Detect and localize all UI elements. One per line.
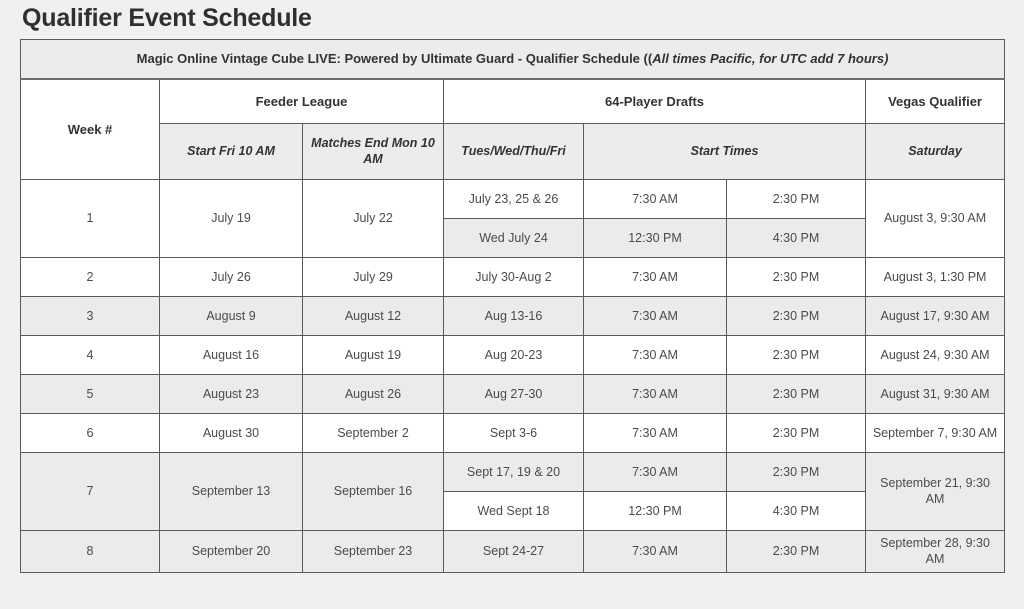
table-row: 6 August 30 September 2 Sept 3-6 7:30 AM 2:30… bbox=[20, 412, 1006, 453]
cell-start-time-1-secondary: 12:30 PM bbox=[583, 490, 727, 531]
cell-start-time-2: 2:30 PM bbox=[726, 451, 866, 492]
header-group-row: Week # Feeder League 64-Player Drafts Vegas… bbox=[20, 78, 1006, 180]
table-row: 7 September 13 September 16 Sept 17, 19 & 2… bbox=[20, 451, 1006, 531]
table-row: 2 July 26 July 29 July 30-Aug 2 7:30 AM 2:30 … bbox=[20, 256, 1006, 297]
header-vegas-qualifier: Vegas Qualifier bbox=[864, 78, 1006, 124]
cell-start-time-2: 2:30 PM bbox=[726, 412, 866, 453]
cell-matches-end: August 26 bbox=[302, 373, 444, 414]
page-root: Qualifier Event Schedule Magic Online Vi… bbox=[0, 0, 1024, 609]
cell-start-fri: July 26 bbox=[159, 256, 303, 297]
cell-matches-end: September 23 bbox=[302, 529, 444, 573]
cell-days: Aug 20-23 bbox=[443, 334, 584, 375]
cell-start-time-1: 7:30 AM bbox=[583, 412, 727, 453]
cell-start-time-1: 7:30 AM bbox=[583, 529, 727, 573]
cell-matches-end: August 12 bbox=[302, 295, 444, 336]
cell-matches-end: September 16 bbox=[302, 451, 444, 531]
cell-start-time-1-secondary: 12:30 PM bbox=[583, 217, 727, 258]
table-row: 3 August 9 August 12 Aug 13-16 7:30 AM 2:30 P… bbox=[20, 295, 1006, 336]
cell-start-time-2: 2:30 PM bbox=[726, 373, 866, 414]
cell-week: 7 bbox=[20, 451, 160, 531]
table-row: 5 August 23 August 26 Aug 27-30 7:30 AM 2:30 … bbox=[20, 373, 1006, 414]
cell-start-time-2: 2:30 PM bbox=[726, 334, 866, 375]
cell-start-time-2-secondary: 4:30 PM bbox=[726, 217, 866, 258]
cell-days: Aug 13-16 bbox=[443, 295, 584, 336]
header-matches-end: Matches End Mon 10 AM bbox=[302, 122, 444, 180]
cell-vegas-qualifier: August 31, 9:30 AM bbox=[864, 373, 1006, 414]
cell-week: 1 bbox=[20, 178, 160, 258]
schedule-table-body: Magic Online Vintage Cube LIVE: Powered … bbox=[19, 38, 1006, 573]
cell-week: 2 bbox=[20, 256, 160, 297]
header-week: Week # bbox=[20, 78, 160, 180]
header-saturday: Saturday bbox=[864, 122, 1006, 180]
schedule-table-container: Magic Online Vintage Cube LIVE: Powered … bbox=[19, 38, 1006, 573]
cell-week: 8 bbox=[20, 529, 160, 573]
table-caption: Magic Online Vintage Cube LIVE: Powered … bbox=[19, 38, 1006, 81]
cell-days: July 23, 25 & 26 bbox=[443, 178, 584, 219]
cell-start-time-2: 2:30 PM bbox=[726, 295, 866, 336]
cell-start-time-1: 7:30 AM bbox=[583, 334, 727, 375]
caption-italic: All times Pacific, for UTC add 7 hours) bbox=[652, 51, 889, 67]
cell-start-time-2: 2:30 PM bbox=[726, 178, 866, 219]
cell-week: 5 bbox=[20, 373, 160, 414]
table-row: 8 September 20 September 23 Sept 24-27 7:30 … bbox=[20, 529, 1006, 573]
header-start-fri: Start Fri 10 AM bbox=[159, 122, 303, 180]
table-row: 1 July 19 July 22 July 23, 25 & 26 7:30 AM 2:… bbox=[20, 178, 1006, 258]
qualifier-schedule-table: Magic Online Vintage Cube LIVE: Powered … bbox=[19, 38, 1006, 573]
table-caption-row: Magic Online Vintage Cube LIVE: Powered … bbox=[19, 38, 1006, 81]
cell-start-fri: August 16 bbox=[159, 334, 303, 375]
page-title: Qualifier Event Schedule bbox=[22, 4, 312, 32]
cell-start-time-2: 2:30 PM bbox=[726, 256, 866, 297]
cell-vegas-qualifier: August 24, 9:30 AM bbox=[864, 334, 1006, 375]
cell-start-time-1: 7:30 AM bbox=[583, 451, 727, 492]
cell-days-secondary: Wed Sept 18 bbox=[443, 490, 584, 531]
header-start-times: Start Times bbox=[583, 122, 866, 180]
cell-start-fri: August 23 bbox=[159, 373, 303, 414]
header-feeder-league: Feeder League bbox=[159, 78, 444, 124]
cell-days: July 30-Aug 2 bbox=[443, 256, 584, 297]
cell-days: Aug 27-30 bbox=[443, 373, 584, 414]
cell-start-time-1: 7:30 AM bbox=[583, 178, 727, 219]
header-days: Tues/Wed/Thu/Fri bbox=[443, 122, 584, 180]
cell-start-time-1: 7:30 AM bbox=[583, 295, 727, 336]
cell-days-secondary: Wed July 24 bbox=[443, 217, 584, 258]
cell-start-fri: August 9 bbox=[159, 295, 303, 336]
cell-days: Sept 3-6 bbox=[443, 412, 584, 453]
cell-vegas-qualifier: September 21, 9:30 AM bbox=[864, 451, 1006, 531]
cell-matches-end: July 29 bbox=[302, 256, 444, 297]
table-row: 4 August 16 August 19 Aug 20-23 7:30 AM 2:30 … bbox=[20, 334, 1006, 375]
header-64-player-drafts: 64-Player Drafts bbox=[443, 78, 866, 124]
cell-days: Sept 24-27 bbox=[443, 529, 584, 573]
cell-start-time-1: 7:30 AM bbox=[583, 373, 727, 414]
cell-start-fri: September 13 bbox=[159, 451, 303, 531]
cell-week: 4 bbox=[20, 334, 160, 375]
cell-week: 3 bbox=[20, 295, 160, 336]
cell-vegas-qualifier: August 3, 9:30 AM bbox=[864, 178, 1006, 258]
cell-matches-end: July 22 bbox=[302, 178, 444, 258]
cell-start-time-2: 2:30 PM bbox=[726, 529, 866, 573]
cell-start-time-1: 7:30 AM bbox=[583, 256, 727, 297]
cell-start-fri: August 30 bbox=[159, 412, 303, 453]
cell-start-fri: September 20 bbox=[159, 529, 303, 573]
cell-vegas-qualifier: September 7, 9:30 AM bbox=[864, 412, 1006, 453]
cell-vegas-qualifier: September 28, 9:30 AM bbox=[864, 529, 1006, 573]
header-sub-row: Start Fri 10 AM Matches End Mon 10 AM Tues… bbox=[21, 122, 1006, 180]
cell-days: Sept 17, 19 & 20 bbox=[443, 451, 584, 492]
cell-start-fri: July 19 bbox=[159, 178, 303, 258]
cell-vegas-qualifier: August 17, 9:30 AM bbox=[864, 295, 1006, 336]
cell-week: 6 bbox=[20, 412, 160, 453]
caption-plain: Magic Online Vintage Cube LIVE: Powered … bbox=[136, 51, 653, 67]
cell-matches-end: August 19 bbox=[302, 334, 444, 375]
cell-start-time-2-secondary: 4:30 PM bbox=[726, 490, 866, 531]
cell-matches-end: September 2 bbox=[302, 412, 444, 453]
cell-vegas-qualifier: August 3, 1:30 PM bbox=[864, 256, 1006, 297]
